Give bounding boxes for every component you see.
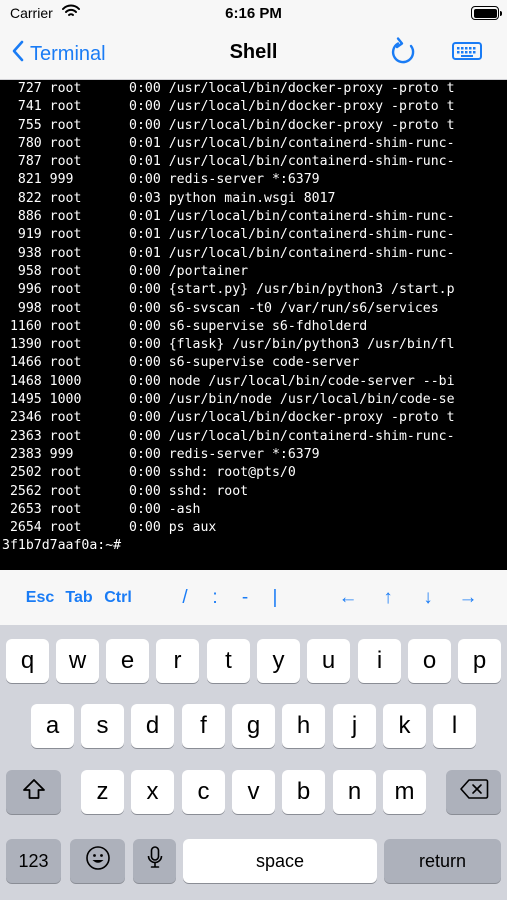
terminal-line: 1495 1000 0:00 /usr/bin/node /usr/local/… [2, 392, 455, 408]
arrow-left-key[interactable]: ← [334, 587, 362, 609]
key-m[interactable]: m [383, 770, 426, 814]
terminal-line: 821 999 0:00 redis-server *:6379 [2, 172, 320, 188]
battery-icon [471, 6, 502, 20]
tab-key[interactable]: Tab [62, 587, 96, 609]
key-k[interactable]: k [383, 704, 426, 748]
pipe-key[interactable]: | [264, 587, 286, 609]
key-s[interactable]: s [81, 704, 124, 748]
terminal-line: 2502 root 0:00 sshd: root@pts/0 [2, 465, 296, 481]
back-button-label: Terminal [30, 42, 106, 65]
key-z[interactable]: z [81, 770, 124, 814]
key-r[interactable]: r [156, 639, 199, 683]
refresh-button[interactable] [388, 36, 420, 68]
space-key[interactable]: space [183, 839, 377, 883]
arrow-right-key[interactable]: → [454, 587, 482, 609]
key-g[interactable]: g [232, 704, 275, 748]
terminal-line: 755 root 0:00 /usr/local/bin/docker-prox… [2, 117, 455, 133]
return-key[interactable]: return [384, 839, 501, 883]
key-p[interactable]: p [458, 639, 501, 683]
key-q[interactable]: q [6, 639, 49, 683]
emoji-icon [85, 845, 111, 878]
key-i[interactable]: i [358, 639, 401, 683]
terminal-line: 998 root 0:00 s6-svscan -t0 /var/run/s6/… [2, 300, 439, 316]
emoji-key[interactable] [70, 839, 125, 883]
terminal-prompt: 3f1b7d7aaf0a:~# [2, 538, 122, 554]
terminal-line: 2653 root 0:00 -ash [2, 501, 201, 517]
keyboard-toggle-button[interactable] [452, 40, 484, 66]
ctrl-key[interactable]: Ctrl [100, 587, 136, 609]
terminal-line: 886 root 0:01 /usr/local/bin/containerd-… [2, 209, 455, 225]
key-w[interactable]: w [56, 639, 99, 683]
terminal-line: 727 root 0:00 /usr/local/bin/docker-prox… [2, 81, 455, 96]
terminal-output[interactable]: 727 root 0:00 /usr/local/bin/docker-prox… [0, 80, 507, 570]
terminal-line: 1160 root 0:00 s6-supervise s6-fdholderd [2, 318, 368, 334]
key-j[interactable]: j [333, 704, 376, 748]
nav-bar: Terminal Shell [0, 28, 507, 80]
backspace-icon [459, 778, 489, 807]
key-f[interactable]: f [182, 704, 225, 748]
key-h[interactable]: h [282, 704, 325, 748]
back-button[interactable]: Terminal [12, 39, 106, 69]
key-y[interactable]: y [257, 639, 300, 683]
key-c[interactable]: c [182, 770, 225, 814]
key-t[interactable]: t [207, 639, 250, 683]
shift-icon [21, 777, 47, 808]
key-x[interactable]: x [131, 770, 174, 814]
status-bar: Carrier 6:16 PM [0, 0, 507, 28]
numbers-key[interactable]: 123 [6, 839, 61, 883]
key-e[interactable]: e [106, 639, 149, 683]
key-l[interactable]: l [433, 704, 476, 748]
key-d[interactable]: d [131, 704, 174, 748]
slash-key[interactable]: / [174, 587, 196, 609]
key-u[interactable]: u [307, 639, 350, 683]
app-screen: Carrier 6:16 PM Terminal Shell 727 root … [0, 0, 507, 900]
arrow-up-key[interactable]: ↑ [374, 587, 402, 609]
terminal-line: 1390 root 0:00 {flask} /usr/bin/python3 … [2, 337, 455, 353]
key-a[interactable]: a [31, 704, 74, 748]
terminal-line: 1466 root 0:00 s6-supervise code-server [2, 355, 360, 371]
dash-key[interactable]: - [234, 587, 256, 609]
microphone-icon [146, 845, 164, 878]
terminal-line: 938 root 0:01 /usr/local/bin/containerd-… [2, 245, 455, 261]
terminal-line: 741 root 0:00 /usr/local/bin/docker-prox… [2, 99, 455, 115]
terminal-line: 2346 root 0:00 /usr/local/bin/docker-pro… [2, 410, 455, 426]
esc-key[interactable]: Esc [22, 587, 58, 609]
clock: 6:16 PM [225, 5, 282, 22]
terminal-line: 2383 999 0:00 redis-server *:6379 [2, 446, 320, 462]
terminal-line: 780 root 0:01 /usr/local/bin/containerd-… [2, 135, 455, 151]
refresh-icon [388, 37, 420, 72]
dictation-key[interactable] [133, 839, 176, 883]
software-keyboard: q w e r t y u i o p a s d f g h j k l z … [0, 625, 507, 900]
extra-keys-toolbar: Esc Tab Ctrl / : - | ← ↑ ↓ → [0, 570, 507, 625]
keyboard-icon [452, 42, 482, 66]
terminal-line: 2562 root 0:00 sshd: root [2, 483, 249, 499]
terminal-line: 787 root 0:01 /usr/local/bin/containerd-… [2, 154, 455, 170]
terminal-line: 2654 root 0:00 ps aux [2, 520, 217, 536]
key-o[interactable]: o [408, 639, 451, 683]
terminal-line: 1468 1000 0:00 node /usr/local/bin/code-… [2, 373, 455, 389]
terminal-line: 919 root 0:01 /usr/local/bin/containerd-… [2, 227, 455, 243]
delete-key[interactable] [446, 770, 501, 814]
chevron-left-icon [12, 40, 30, 68]
terminal-line: 2363 root 0:00 /usr/local/bin/containerd… [2, 428, 455, 444]
key-v[interactable]: v [232, 770, 275, 814]
terminal-line: 996 root 0:00 {start.py} /usr/bin/python… [2, 282, 455, 298]
shift-key[interactable] [6, 770, 61, 814]
terminal-line: 822 root 0:03 python main.wsgi 8017 [2, 190, 336, 206]
key-b[interactable]: b [282, 770, 325, 814]
colon-key[interactable]: : [204, 587, 226, 609]
key-n[interactable]: n [333, 770, 376, 814]
arrow-down-key[interactable]: ↓ [414, 587, 442, 609]
terminal-line: 958 root 0:00 /portainer [2, 263, 249, 279]
